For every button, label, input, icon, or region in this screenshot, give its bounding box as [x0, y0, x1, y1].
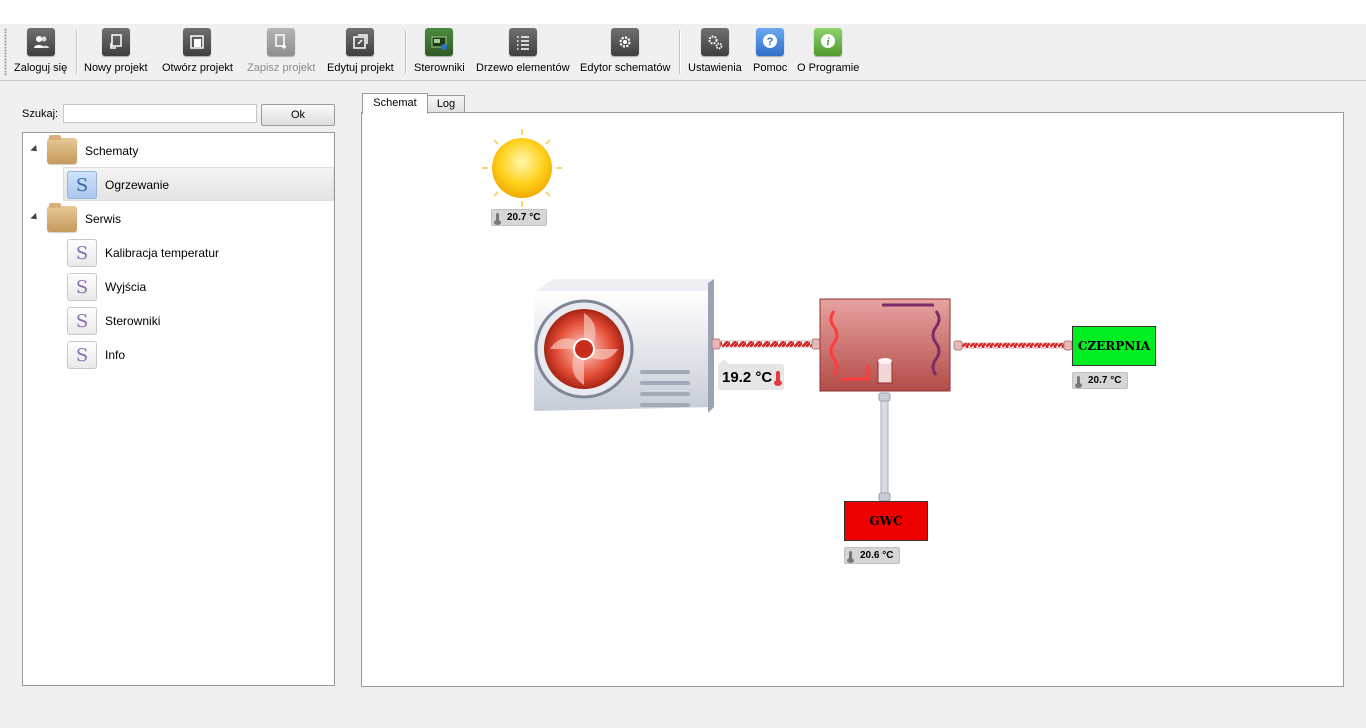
open-project-label: Otwórz projekt	[162, 62, 233, 74]
unit-temp-readout: 19.2 °C	[718, 364, 785, 390]
controller-icon	[425, 28, 454, 56]
save-project-icon	[267, 28, 296, 56]
edit-project-icon	[346, 28, 375, 56]
czerpnia-temp-badge: 20.7 °C	[1072, 372, 1129, 389]
outdoor-temp-badge: 20.7 °C	[491, 209, 548, 226]
thermometer-icon	[774, 371, 783, 386]
project-tree[interactable]: Schematy S Ogrzewanie Serwis S Kalibracj…	[22, 132, 335, 686]
schema-canvas: 20.7 °C 19.2 °C CZERPNIA 20.7 °C GWC 20.…	[361, 112, 1344, 687]
expand-arrow-icon[interactable]	[30, 212, 40, 223]
about-button[interactable]: i O Programie	[797, 28, 859, 78]
title-bar-area	[0, 0, 1366, 24]
outdoor-temp-value: 20.7 °C	[507, 212, 541, 223]
settings-button[interactable]: Ustawienia	[688, 28, 742, 78]
gwc-box[interactable]: GWC	[844, 501, 928, 541]
new-project-button[interactable]: Nowy projekt	[84, 28, 148, 78]
schema-icon: S	[67, 273, 97, 301]
gear-icon	[611, 28, 640, 56]
pipe-connection	[711, 338, 821, 350]
tab-log[interactable]: Log	[427, 95, 465, 113]
schema-icon: S	[67, 307, 97, 335]
expand-arrow-icon[interactable]	[30, 144, 40, 155]
element-tree-label: Drzewo elementów	[476, 62, 570, 74]
thermometer-icon	[847, 551, 854, 563]
folder-icon	[47, 135, 77, 164]
search-label: Szukaj:	[22, 108, 59, 120]
tree-item-kalibracja[interactable]: S Kalibracja temperatur	[67, 237, 219, 269]
controllers-button[interactable]: Sterowniki	[414, 28, 465, 78]
edit-project-label: Edytuj projekt	[327, 62, 394, 74]
schema-editor-label: Edytor schematów	[580, 62, 671, 74]
tab-schemat[interactable]: Schemat	[362, 93, 428, 114]
tree-folder-schematy[interactable]: Schematy	[23, 135, 138, 167]
toolbar-grip[interactable]	[4, 28, 7, 76]
tree-folder-label: Schematy	[85, 144, 139, 158]
outdoor-unit-icon	[534, 279, 714, 413]
czerpnia-temp-value: 20.7 °C	[1088, 375, 1122, 386]
settings-icon	[700, 28, 729, 56]
users-icon	[26, 28, 55, 56]
schema-icon: S	[67, 171, 97, 199]
info-icon: i	[814, 28, 843, 56]
search-input[interactable]	[63, 104, 257, 123]
tree-item-label: Kalibracja temperatur	[105, 246, 220, 260]
czerpnia-label: CZERPNIA	[1077, 339, 1151, 353]
unit-temp-value: 19.2 °C	[722, 368, 773, 386]
search-ok-button[interactable]: Ok	[261, 104, 335, 126]
tree-item-sterowniki[interactable]: S Sterowniki	[67, 305, 160, 337]
controllers-label: Sterowniki	[414, 62, 465, 74]
sun-icon	[482, 129, 562, 207]
tree-item-ogrzewanie[interactable]: S Ogrzewanie	[67, 169, 169, 201]
tree-item-label: Sterowniki	[105, 314, 161, 328]
folder-icon	[47, 203, 77, 232]
tree-item-label: Info	[105, 348, 126, 362]
tree-folder-label: Serwis	[85, 212, 122, 226]
list-icon	[508, 28, 537, 56]
open-project-button[interactable]: Otwórz projekt	[162, 28, 233, 78]
tree-item-label: Ogrzewanie	[105, 178, 170, 192]
about-label: O Programie	[797, 62, 860, 74]
open-project-icon	[183, 28, 212, 56]
toolbar-separator	[679, 30, 681, 74]
gwc-temp-value: 20.6 °C	[860, 550, 894, 561]
save-project-label: Zapisz projekt	[247, 62, 316, 74]
schema-icon: S	[67, 341, 97, 369]
help-icon: ?	[756, 28, 785, 56]
element-tree-button[interactable]: Drzewo elementów	[476, 28, 570, 78]
thermometer-icon	[1075, 376, 1082, 388]
help-button[interactable]: ? Pomoc	[753, 28, 787, 78]
help-label: Pomoc	[753, 62, 788, 74]
czerpnia-box[interactable]: CZERPNIA	[1072, 326, 1156, 366]
gwc-temp-badge: 20.6 °C	[844, 547, 901, 564]
thermometer-icon	[494, 213, 501, 225]
pipe-connection	[953, 340, 1073, 351]
schema-editor-button[interactable]: Edytor schematów	[580, 28, 670, 78]
new-project-label: Nowy projekt	[84, 62, 148, 74]
svg-text:?: ?	[767, 36, 774, 48]
tree-item-info[interactable]: S Info	[67, 339, 125, 371]
main-toolbar: Zaloguj się Nowy projekt Otwórz projekt …	[0, 24, 1366, 81]
tree-folder-serwis[interactable]: Serwis	[23, 203, 121, 235]
gwc-label: GWC	[869, 514, 903, 528]
tree-item-wyjscia[interactable]: S Wyjścia	[67, 271, 146, 303]
login-button[interactable]: Zaloguj się	[14, 28, 67, 78]
toolbar-separator	[76, 30, 78, 74]
tree-item-label: Wyjścia	[105, 280, 147, 294]
schema-icon: S	[67, 239, 97, 267]
schema-drawing	[482, 129, 1073, 502]
edit-project-button[interactable]: Edytuj projekt	[327, 28, 394, 78]
toolbar-separator	[405, 30, 407, 74]
heat-exchanger-icon	[819, 298, 951, 392]
new-project-icon	[101, 28, 130, 56]
pipe-connection	[878, 392, 891, 502]
save-project-button[interactable]: Zapisz projekt	[247, 28, 315, 78]
login-label: Zaloguj się	[14, 62, 68, 74]
settings-label: Ustawienia	[688, 62, 742, 74]
